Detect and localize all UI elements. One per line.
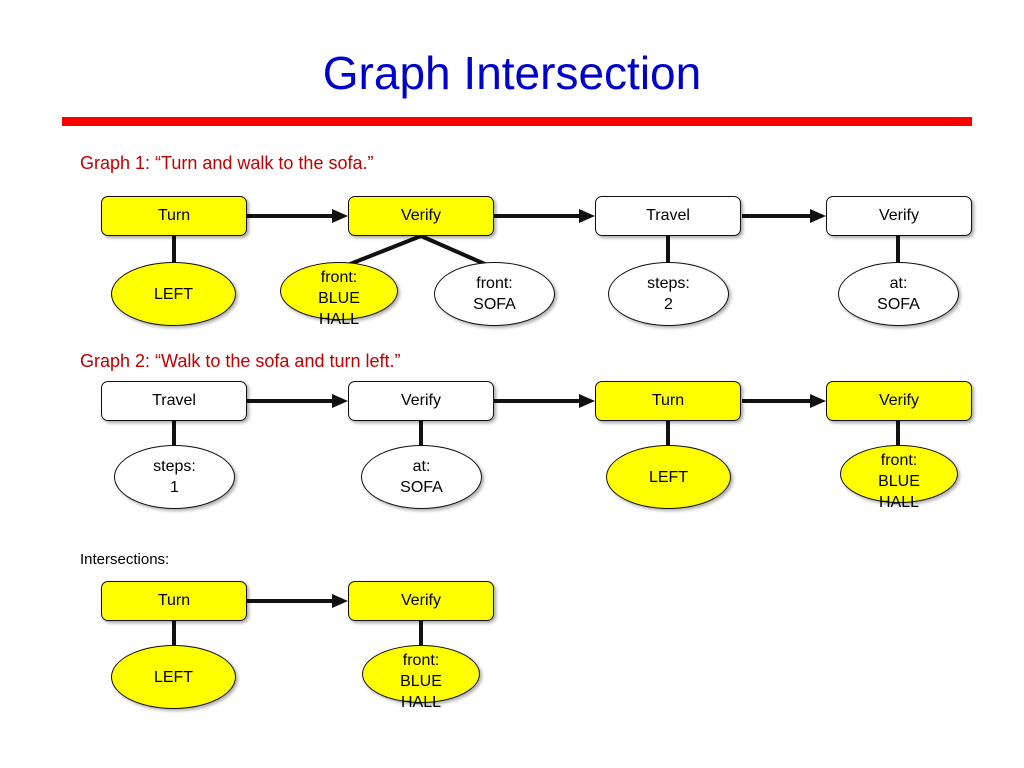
ellipse-line: front:	[880, 452, 918, 469]
ellipse-line: SOFA	[400, 479, 443, 496]
graph1-ellipse-front-bluehall[interactable]: front: BLUE HALL	[280, 262, 398, 328]
ellipse-line: 2	[664, 296, 673, 313]
ellipse-line: front:	[476, 275, 513, 292]
ellipse-line: BLUE	[878, 473, 920, 490]
node-label: Travel	[152, 392, 196, 409]
node-label: Verify	[400, 592, 441, 609]
node-label: Turn	[651, 392, 685, 409]
ellipse-line: LEFT	[153, 285, 194, 303]
ellipse-line: at:	[412, 458, 431, 475]
graph1-ellipse-front-sofa[interactable]: front: SOFA	[434, 262, 555, 326]
graph1-ellipse-at-sofa[interactable]: at: SOFA	[838, 262, 959, 326]
ellipse-line: BLUE	[400, 673, 442, 690]
ellipse-line: SOFA	[473, 296, 516, 313]
title-underline-rule	[62, 117, 972, 126]
graph2-box-travel[interactable]: Travel	[101, 381, 247, 421]
node-label: Travel	[646, 207, 690, 224]
intersections-box-turn[interactable]: Turn	[101, 581, 247, 621]
ellipse-line: 1	[170, 479, 179, 496]
node-label: Verify	[878, 392, 919, 409]
ellipse-line: HALL	[400, 694, 442, 711]
slide-canvas: Graph Intersection Graph 1: “Turn and wa…	[0, 0, 1024, 768]
ellipse-line: LEFT	[153, 668, 194, 686]
graph2-box-verify-1[interactable]: Verify	[348, 381, 494, 421]
ellipse-line: front:	[402, 652, 440, 669]
ellipse-line: steps:	[647, 275, 690, 292]
ellipse-line: steps:	[153, 458, 196, 475]
intersections-ellipse-front-bluehall[interactable]: front: BLUE HALL	[362, 645, 480, 711]
graph2-ellipse-at-sofa[interactable]: at: SOFA	[361, 445, 482, 509]
graph1-ellipse-left[interactable]: LEFT	[111, 262, 236, 326]
graph2-box-turn[interactable]: Turn	[595, 381, 741, 421]
intersections-ellipse-left[interactable]: LEFT	[111, 645, 236, 709]
page-title: Graph Intersection	[322, 47, 702, 99]
graph2-ellipse-steps-1[interactable]: steps: 1	[114, 445, 235, 509]
ellipse-line: at:	[889, 275, 908, 292]
graph2-box-verify-2[interactable]: Verify	[826, 381, 972, 421]
graph1-ellipse-steps-2[interactable]: steps: 2	[608, 262, 729, 326]
intersections-caption: Intersections:	[80, 551, 170, 568]
node-label: Verify	[878, 207, 919, 224]
graph2-ellipse-front-bluehall[interactable]: front: BLUE HALL	[840, 445, 958, 511]
ellipse-line: BLUE	[318, 290, 360, 307]
graph2-caption: Graph 2: “Walk to the sofa and turn left…	[80, 351, 401, 371]
ellipse-line: LEFT	[648, 468, 689, 486]
graph1-box-verify-1[interactable]: Verify	[348, 196, 494, 236]
ellipse-line: SOFA	[877, 296, 920, 313]
graph1-box-travel[interactable]: Travel	[595, 196, 741, 236]
node-label: Turn	[157, 207, 191, 224]
graph2-ellipse-left[interactable]: LEFT	[606, 445, 731, 509]
node-label: Verify	[400, 392, 441, 409]
node-label: Turn	[157, 592, 191, 609]
ellipse-line: HALL	[878, 494, 920, 511]
graph1-box-verify-2[interactable]: Verify	[826, 196, 972, 236]
intersections-box-verify[interactable]: Verify	[348, 581, 494, 621]
graph1-caption: Graph 1: “Turn and walk to the sofa.”	[80, 153, 374, 173]
ellipse-line: HALL	[318, 311, 360, 328]
graph1-box-turn[interactable]: Turn	[101, 196, 247, 236]
node-label: Verify	[400, 207, 441, 224]
ellipse-line: front:	[320, 269, 358, 286]
